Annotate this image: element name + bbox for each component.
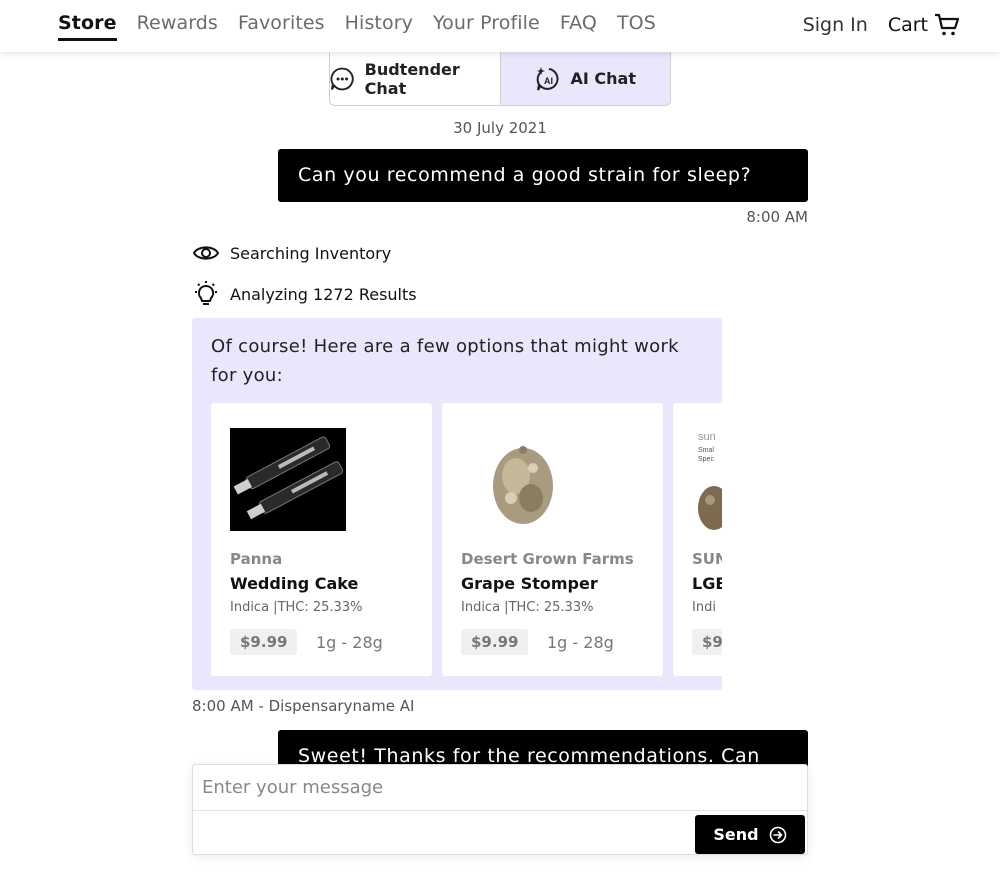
budtender-chat-tab[interactable]: Budtender Chat bbox=[330, 52, 501, 105]
product-size: 1g - 28g bbox=[316, 633, 383, 652]
product-name: Wedding Cake bbox=[230, 574, 359, 593]
product-carousel[interactable]: Panna Wedding Cake Indica |THC: 25.33% $… bbox=[211, 403, 722, 676]
chat-mode-toggle: Budtender Chat AI AI Chat bbox=[329, 52, 671, 106]
package-text-2: Smal bbox=[698, 447, 714, 454]
product-size: 1g - 28g bbox=[547, 633, 614, 652]
product-card[interactable]: Panna Wedding Cake Indica |THC: 25.33% $… bbox=[211, 403, 432, 676]
product-name: LGB bbox=[692, 574, 722, 593]
sign-in-link[interactable]: Sign In bbox=[803, 14, 868, 36]
flower-bud-image bbox=[461, 428, 577, 531]
status-analyzing-label: Analyzing 1272 Results bbox=[230, 284, 417, 304]
product-price: $9 bbox=[692, 629, 722, 655]
chat-bubble-icon bbox=[330, 67, 354, 90]
package-text-3: Spec bbox=[698, 456, 714, 463]
nav-links: Store Rewards Favorites History Your Pro… bbox=[58, 0, 676, 52]
lightbulb-icon bbox=[195, 281, 217, 305]
product-brand: Desert Grown Farms bbox=[461, 550, 634, 568]
nav-favorites[interactable]: Favorites bbox=[238, 0, 325, 52]
ai-message-time: 8:00 AM - Dispensaryname AI bbox=[192, 697, 415, 715]
product-price: $9.99 bbox=[230, 629, 298, 655]
top-navigation: Store Rewards Favorites History Your Pro… bbox=[0, 0, 1000, 52]
nav-tos[interactable]: TOS bbox=[617, 0, 656, 52]
user-message-time: 8:00 AM bbox=[746, 208, 808, 226]
ai-message-text: Of course! Here are a few options that m… bbox=[211, 336, 679, 386]
ai-chat-label: AI Chat bbox=[570, 69, 636, 88]
send-button[interactable]: Send bbox=[695, 815, 805, 854]
product-card[interactable]: Desert Grown Farms Grape Stomper Indica … bbox=[442, 403, 663, 676]
cart-icon bbox=[935, 13, 960, 36]
ai-chat-icon: AI bbox=[536, 66, 558, 91]
user-message-bubble: Can you recommend a good strain for slee… bbox=[278, 149, 808, 202]
message-input[interactable] bbox=[193, 765, 807, 811]
product-name: Grape Stomper bbox=[461, 574, 598, 593]
nav-faq[interactable]: FAQ bbox=[560, 0, 597, 52]
nav-history[interactable]: History bbox=[345, 0, 413, 52]
product-meta: Indica |THC: 25.33% bbox=[461, 600, 594, 615]
pre-roll-image bbox=[230, 428, 346, 531]
nav-rewards[interactable]: Rewards bbox=[137, 0, 218, 52]
product-price: $9.99 bbox=[461, 629, 529, 655]
ai-chat-tab[interactable]: AI AI Chat bbox=[500, 52, 670, 105]
chat-date: 30 July 2021 bbox=[453, 119, 547, 137]
message-composer: Send bbox=[192, 764, 808, 855]
package-text-1: sun bbox=[698, 431, 716, 443]
product-brand: Panna bbox=[230, 550, 283, 568]
arrow-right-circle-icon bbox=[769, 826, 786, 843]
status-analyzing: Analyzing 1272 Results bbox=[192, 280, 417, 308]
cart-label: Cart bbox=[887, 14, 928, 36]
nav-your-profile[interactable]: Your Profile bbox=[433, 0, 540, 52]
cart-button[interactable]: Cart bbox=[888, 13, 960, 37]
ai-icon-text: AI bbox=[544, 76, 553, 86]
status-searching-label: Searching Inventory bbox=[230, 243, 392, 263]
send-label: Send bbox=[713, 825, 759, 844]
product-meta: Indi bbox=[692, 600, 716, 615]
product-card[interactable]: sun Smal Spec SUN LGB Indi $9 bbox=[673, 403, 722, 676]
package-image: sun Smal Spec bbox=[692, 428, 722, 531]
product-meta: Indica |THC: 25.33% bbox=[230, 600, 363, 615]
product-brand: SUN bbox=[692, 550, 722, 568]
status-searching: Searching Inventory bbox=[192, 242, 391, 264]
nav-store[interactable]: Store bbox=[58, 0, 117, 52]
eye-icon bbox=[192, 246, 220, 260]
nav-right: Sign In Cart bbox=[803, 13, 960, 37]
ai-message-bubble: Of course! Here are a few options that m… bbox=[192, 318, 722, 690]
budtender-chat-label: Budtender Chat bbox=[364, 59, 460, 98]
